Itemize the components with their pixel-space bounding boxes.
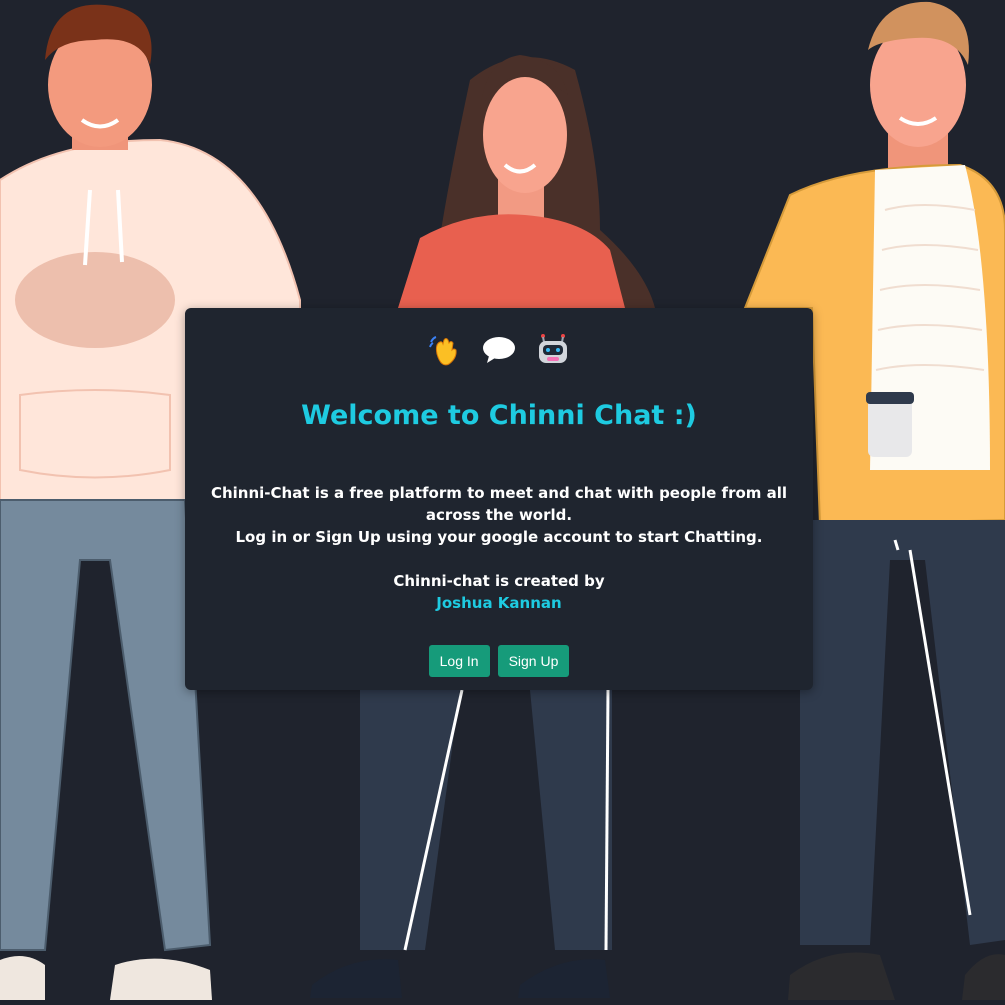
welcome-title: Welcome to Chinni Chat :) <box>301 400 697 431</box>
login-button[interactable]: Log In <box>428 645 490 677</box>
created-by-label: Chinni-chat is created by <box>393 572 605 590</box>
auth-buttons: Log In Sign Up <box>185 645 813 677</box>
welcome-card: Welcome to Chinni Chat :) Chinni-Chat is… <box>185 308 813 690</box>
emoji-row <box>185 332 813 368</box>
signup-button[interactable]: Sign Up <box>497 645 570 677</box>
author-name: Joshua Kannan <box>436 594 562 612</box>
description-line-1: Chinni-Chat is a free platform to meet a… <box>210 484 788 524</box>
speech-bubble-icon <box>481 332 517 368</box>
robot-face-icon <box>535 332 571 368</box>
waving-hand-icon <box>427 332 463 368</box>
description-line-2: Log in or Sign Up using your google acco… <box>235 528 763 546</box>
welcome-description: Chinni-Chat is a free platform to meet a… <box>207 482 791 548</box>
credit-block: Chinni-chat is created by Joshua Kannan <box>185 570 813 614</box>
